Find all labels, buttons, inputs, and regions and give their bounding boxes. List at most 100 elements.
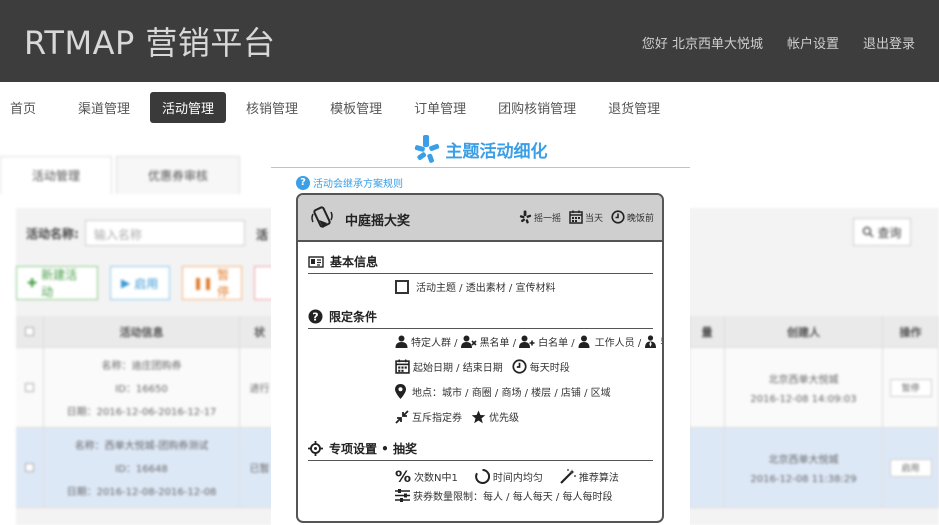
col-quantity: 量: [690, 316, 725, 347]
priority-text: 优先级: [489, 413, 519, 424]
guide-text: 导购: [660, 334, 662, 349]
row-op-button[interactable]: 启用: [889, 458, 932, 477]
activity-name: 名称：迪庄团购券: [101, 361, 182, 372]
created-time: 2016-12-08 14:09:03: [750, 393, 857, 405]
quantity-cell: [690, 348, 725, 427]
pause-button[interactable]: ❚❚ 暂停: [182, 266, 242, 300]
quota-line: 获券数量限制：每人 / 每人每天 / 每人每时段: [395, 488, 612, 503]
tag-before-dinner-text: 晚饭前: [626, 213, 654, 224]
row-checkbox[interactable]: [16, 348, 44, 427]
nav-verification[interactable]: 核销管理: [234, 92, 310, 123]
daily-time-text: 每天时段: [529, 363, 570, 374]
calendar-icon: [569, 210, 583, 224]
tab-activity-management[interactable]: 活动管理: [0, 156, 112, 194]
top-header: RTMAP 营销平台 您好 北京西单大悦城 帐户设置 退出登录: [0, 0, 939, 82]
enable-label: 启用: [134, 276, 159, 291]
modal-body: ? 活动会继承方案规则 中庭摇大奖 摇一摇 当天 晚饭前 基本信息 活动主题 /…: [271, 169, 690, 525]
id-card-icon: [308, 255, 324, 268]
row-checkbox[interactable]: [16, 428, 44, 507]
new-activity-button[interactable]: ✚ 新建活动: [16, 266, 98, 300]
section-special-header: 专项设置 • 抽奖: [308, 440, 653, 461]
date-line: 起始日期 / 结束日期 每天时段: [395, 359, 570, 374]
brand-logo: RTMAP 营销平台: [24, 24, 276, 62]
enable-button[interactable]: ▶ 启用: [110, 266, 170, 300]
clock-icon: [611, 210, 625, 224]
calendar-icon: [395, 359, 410, 374]
basic-line-text: 活动主题 / 透出素材 / 宣传材料: [416, 283, 556, 294]
magic-wand-icon: [560, 469, 576, 484]
pause-label: 暂停: [217, 268, 230, 299]
quantity-cell: [690, 428, 725, 507]
col-operation: 操作: [883, 316, 939, 347]
section-limits: ? 限定条件: [308, 308, 653, 329]
user-icon: [395, 335, 408, 348]
modal-header: 主题活动细化: [271, 126, 690, 168]
activity-card: 中庭摇大奖 摇一摇 当天 晚饭前 基本信息 活动主题 / 透出素材 / 宣传材料…: [296, 193, 664, 523]
lottery-line: % 次数N中1 时间内均匀 推荐算法: [395, 467, 619, 486]
logout-link[interactable]: 退出登录: [863, 33, 915, 52]
activity-id: ID：16648: [115, 464, 168, 475]
svg-text:?: ?: [312, 311, 318, 324]
user-lock-icon: [578, 335, 590, 348]
row-op-button[interactable]: 暂停: [889, 378, 932, 397]
inherit-note[interactable]: ? 活动会继承方案规则: [296, 175, 403, 190]
activity-id: ID：16650: [115, 384, 168, 395]
nav-activities[interactable]: 活动管理: [150, 91, 227, 123]
yelp-burst-icon: [414, 135, 439, 163]
date-range-text: 起始日期 / 结束日期: [413, 363, 503, 374]
creator-name: 北京西单大悦城: [768, 454, 839, 466]
card-header: 中庭摇大奖 摇一摇 当天 晚饭前: [298, 195, 662, 242]
search-label: 活动名称:: [26, 226, 79, 241]
star-icon: [471, 410, 486, 423]
plus-icon: ✚: [27, 276, 38, 290]
nth-win-text: 次数N中1: [414, 473, 458, 484]
sliders-icon: [395, 489, 410, 502]
modal-title-text: 主题活动细化: [445, 141, 548, 162]
query-button[interactable]: 查询: [853, 218, 911, 246]
nav-home[interactable]: 首页: [0, 92, 48, 123]
search-row: 活动名称: 输入名称: [26, 220, 245, 246]
section-basic-info: 基本信息: [308, 253, 653, 274]
burst-icon: [519, 210, 532, 224]
tag-before-dinner: 晚饭前: [611, 210, 654, 224]
section-basic-header: 基本信息: [308, 253, 653, 274]
select-all-checkbox[interactable]: [16, 316, 44, 347]
percent-icon: %: [395, 467, 412, 486]
query-label: 查询: [877, 225, 902, 240]
modal-title: 主题活动细化: [271, 134, 690, 164]
section-special: 专项设置 • 抽奖: [308, 440, 653, 461]
recommend-algo-text: 推荐算法: [578, 473, 619, 484]
blacklist-text: 黑名单 /: [479, 338, 517, 349]
quota-text: 获券数量限制：每人 / 每人每天 / 每人每时段: [413, 492, 613, 503]
basic-line[interactable]: 活动主题 / 透出素材 / 宣传材料: [395, 279, 555, 294]
card-tags: 摇一摇 当天 晚饭前: [519, 210, 654, 224]
nav-channels[interactable]: 渠道管理: [66, 92, 142, 123]
tab-coupon-review[interactable]: 优惠券审核: [116, 156, 240, 194]
play-icon: ▶: [121, 276, 131, 290]
checkbox-icon[interactable]: [395, 279, 409, 294]
nav-group-verification[interactable]: 团购核销管理: [486, 92, 588, 123]
whitelist-text: 白名单 /: [538, 338, 575, 349]
nav-returns[interactable]: 退货管理: [596, 92, 672, 123]
account-settings-link[interactable]: 帐户设置: [787, 33, 839, 52]
activity-date: 日期：2016-12-08-2016-12-08: [66, 487, 217, 498]
section-limits-header: ? 限定条件: [308, 308, 653, 329]
compress-arrows-icon: [395, 409, 409, 424]
section-limits-title: 限定条件: [329, 310, 378, 324]
operation-cell: 启用: [883, 428, 939, 507]
col-activity-info: 活动信息: [44, 316, 240, 347]
pause-icon: ❚❚: [193, 276, 214, 290]
nav-templates[interactable]: 模板管理: [318, 92, 394, 123]
search-input[interactable]: 输入名称: [84, 220, 245, 246]
inherit-note-text: 活动会继承方案规则: [313, 179, 403, 190]
nav-orders[interactable]: 订单管理: [402, 92, 478, 123]
search-label-2: 活: [256, 228, 269, 242]
activity-date: 日期：2016-12-06-2016-12-17: [66, 407, 217, 418]
operation-cell: 暂停: [883, 348, 939, 427]
user-tie-icon: [645, 335, 657, 348]
action-buttons: ✚ 新建活动 ▶ 启用 ❚❚ 暂停: [16, 266, 276, 300]
shake-phone-icon: [311, 206, 333, 228]
exclusive-coupon-text: 互斥指定券: [412, 413, 462, 424]
activity-name: 名称：西单大悦城-团购券测试: [74, 441, 209, 452]
tag-today: 当天: [569, 210, 603, 224]
